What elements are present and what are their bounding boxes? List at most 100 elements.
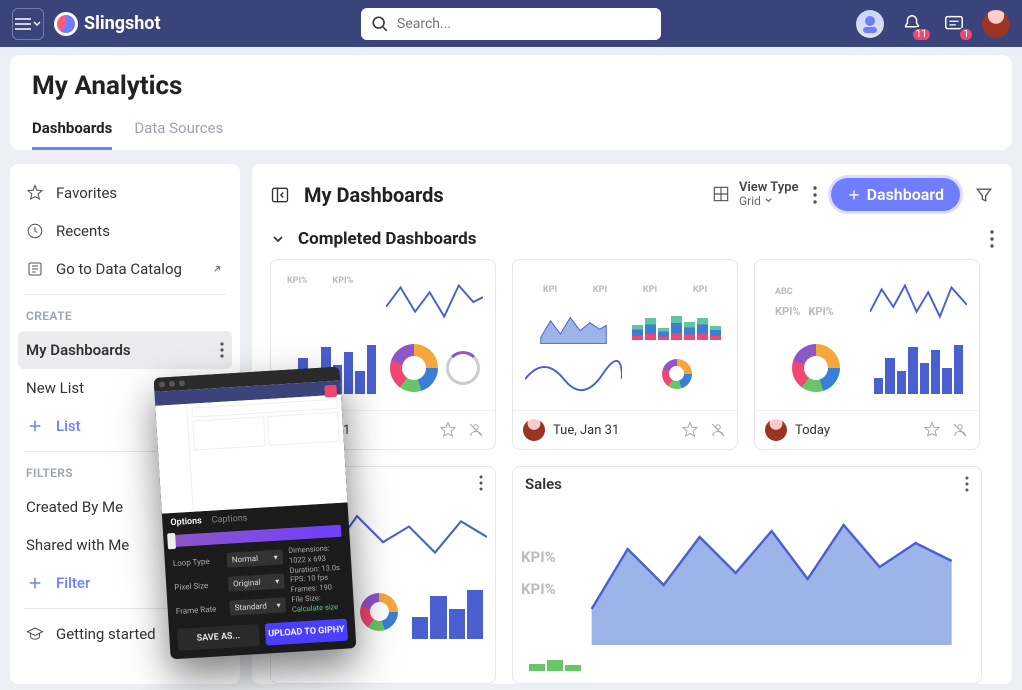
donut-chart-icon	[792, 344, 840, 392]
kpi-badge: KPI%	[808, 305, 833, 318]
plus-icon	[26, 417, 44, 435]
global-search[interactable]	[361, 8, 661, 40]
area-chart-icon	[525, 311, 622, 344]
share-icon[interactable]	[951, 421, 969, 439]
tab-data-sources[interactable]: Data Sources	[134, 119, 223, 150]
star-icon[interactable]	[681, 421, 699, 439]
star-icon[interactable]	[439, 421, 457, 439]
spline-chart-icon	[525, 350, 622, 399]
sidebar-item-label: Recents	[56, 222, 110, 240]
notifications-button[interactable]: 11	[898, 10, 926, 38]
label-frame-rate: Frame Rate	[176, 604, 224, 616]
dashboard-card[interactable]: KPIKPIKPIKPI Tue, Jan 31	[512, 259, 738, 450]
sidebar-create-head: CREATE	[10, 301, 240, 331]
more-icon	[965, 476, 969, 492]
clock-icon	[26, 222, 44, 240]
assistant-avatar[interactable]	[856, 10, 884, 38]
stacked-bar-icon	[628, 311, 725, 344]
sidebar-item-label: New List	[26, 379, 84, 397]
tab-dashboards[interactable]: Dashboards	[32, 119, 112, 150]
label-loop-type: Loop Type	[173, 556, 221, 568]
progress-circle-icon	[446, 351, 480, 385]
main-more-menu[interactable]	[813, 186, 817, 204]
section-title: Completed Dashboards	[298, 229, 476, 249]
card-menu[interactable]	[965, 476, 969, 492]
kpi-badge: KPI%	[521, 548, 556, 566]
kpi-badge: KPI	[543, 285, 557, 295]
share-icon[interactable]	[709, 421, 727, 439]
page-title: My Analytics	[32, 71, 990, 101]
brand[interactable]: Slingshot	[54, 12, 161, 36]
main-content: My Dashboards View Type Grid Dashboard	[252, 164, 1012, 684]
donut-chart-icon	[360, 593, 398, 631]
assistant-icon	[859, 13, 881, 35]
select-loop-type[interactable]: Normal▾	[226, 549, 283, 567]
button-label: Dashboard	[867, 185, 944, 204]
view-type-label: View Type	[739, 181, 799, 195]
owner-avatar	[765, 419, 787, 441]
search-input[interactable]	[397, 16, 651, 32]
donut-chart-icon	[390, 344, 438, 392]
sidebar-data-catalog[interactable]: Go to Data Catalog	[10, 250, 240, 288]
star-icon	[26, 184, 44, 202]
more-icon	[220, 342, 224, 358]
brand-name: Slingshot	[84, 13, 161, 34]
view-type-value: Grid	[739, 194, 761, 208]
sidebar-item-menu[interactable]	[220, 342, 224, 358]
sidebar-item-label: Getting started	[56, 625, 156, 643]
select-frame-rate[interactable]: Standard▾	[229, 597, 286, 615]
recorder-tab-options[interactable]: Options	[170, 516, 202, 528]
close-icon[interactable]	[324, 385, 337, 398]
section-more-menu[interactable]	[990, 230, 994, 248]
line-chart-icon	[870, 272, 967, 332]
save-as-button[interactable]: SAVE AS...	[177, 624, 260, 651]
kpi-badge: KPI	[693, 285, 707, 295]
share-icon[interactable]	[467, 421, 485, 439]
chevron-down-icon	[764, 196, 773, 205]
sidebar-item-label: Go to Data Catalog	[56, 260, 182, 278]
view-type-selector[interactable]: View Type Grid	[711, 181, 799, 208]
sidebar-item-label: My Dashboards	[26, 341, 131, 359]
kpi-badge: KPI%	[775, 305, 800, 318]
select-pixel-size[interactable]: Original▾	[228, 573, 285, 591]
new-dashboard-button[interactable]: Dashboard	[831, 178, 960, 211]
recorder-tab-captions[interactable]: Captions	[211, 513, 247, 525]
filter-icon[interactable]	[974, 185, 994, 205]
recorder-preview	[154, 381, 347, 514]
sidebar-my-dashboards[interactable]: My Dashboards	[18, 331, 232, 369]
kpi-badge: KPI	[643, 285, 657, 295]
search-icon	[371, 15, 389, 33]
kpi-badge: KPI%	[333, 276, 377, 328]
dashboard-card-sales[interactable]: Sales KPI% KPI%	[512, 466, 982, 684]
card-menu[interactable]	[479, 475, 483, 491]
main-title: My Dashboards	[304, 183, 444, 207]
collapse-sidebar-icon[interactable]	[270, 185, 290, 205]
gif-recorder-window[interactable]: Options Captions Loop Type Normal▾ Dimen…	[154, 367, 357, 660]
label-pixel-size: Pixel Size	[174, 580, 222, 592]
sidebar-favorites[interactable]: Favorites	[10, 174, 240, 212]
card-date: Today	[795, 423, 830, 438]
upload-to-giphy-button[interactable]: UPLOAD TO GIPHY	[265, 619, 348, 646]
bar-chart-icon	[870, 338, 967, 398]
dashboard-card[interactable]: ABC KPI%KPI% Today	[754, 259, 980, 450]
sidebar-item-label: List	[56, 417, 81, 435]
sidebar-item-label: Shared with Me	[26, 536, 129, 554]
bar-chart-icon	[525, 653, 585, 675]
hamburger-icon	[15, 18, 31, 30]
msg-badge: 1	[958, 27, 974, 42]
sidebar-recents[interactable]: Recents	[10, 212, 240, 250]
plus-icon	[847, 188, 861, 202]
star-icon[interactable]	[923, 421, 941, 439]
sidebar-item-label: Favorites	[56, 184, 117, 202]
messages-button[interactable]: 1	[940, 10, 968, 38]
menu-toggle[interactable]	[12, 8, 44, 40]
donut-chart-icon	[662, 359, 692, 389]
area-chart-icon	[570, 501, 973, 645]
grid-icon	[711, 184, 731, 204]
chevron-down-icon[interactable]	[270, 231, 286, 247]
user-avatar[interactable]	[982, 10, 1010, 38]
more-icon	[990, 230, 994, 248]
card-date: Tue, Jan 31	[553, 423, 619, 438]
grad-cap-icon	[26, 625, 44, 643]
catalog-icon	[26, 260, 44, 278]
